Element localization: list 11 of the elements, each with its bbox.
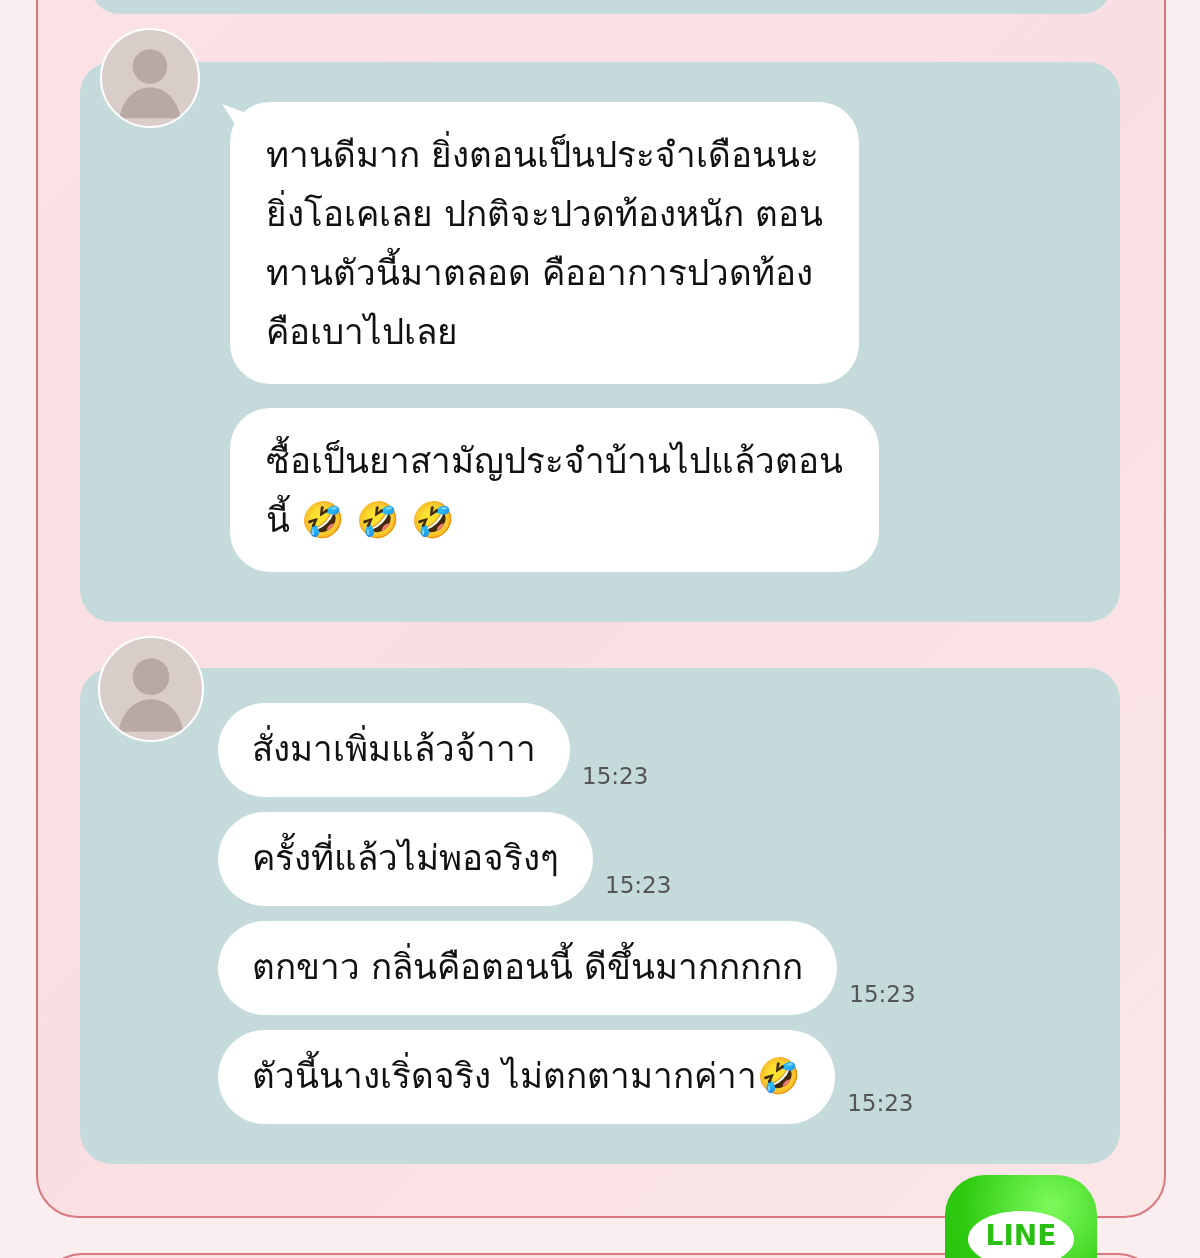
- message-bubble: ซื้อเป็นยาสามัญประจำบ้านไปแล้วตอน นี้ 🤣 🤣 🤣: [230, 408, 879, 572]
- message-time: 15:23: [849, 981, 916, 1007]
- message-bubble: ครั้งที่แล้วไม่พอจริงๆ: [218, 812, 593, 906]
- message-bubble: ทานดีมาก ยิ่งตอนเป็นประจำเดือนนะ ยิ่งโอเคเลย ปกติจะปวดท้องหนัก ตอน ทานตัวนี้มาตลอด คืออาการปวดท้อง คือเบาไปเลย: [230, 102, 860, 384]
- message-bubble: ตัวนี้นางเริ่ดจริง ไม่ตกตามากค่าา🤣: [218, 1030, 836, 1124]
- message-bubble: ตกขาว กลิ่นคือตอนนี้ ดีขึ้นมากกกกก: [218, 921, 838, 1015]
- message-time: 15:23: [582, 763, 649, 789]
- message-time: 15:23: [847, 1090, 914, 1116]
- message-time: 15:23: [605, 872, 672, 898]
- message-bubble: สั่งมาเพิ่มแล้วจ้าาา: [218, 703, 570, 797]
- line-app-icon[interactable]: LINE: [945, 1175, 1097, 1258]
